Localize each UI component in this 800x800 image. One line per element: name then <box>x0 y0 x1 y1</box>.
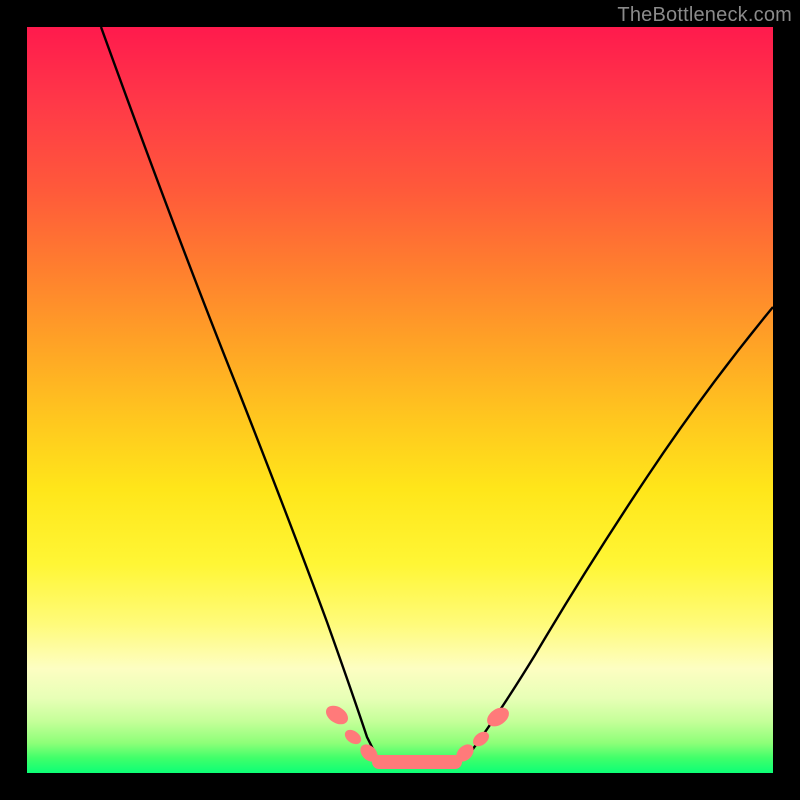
chart-outer-frame: TheBottleneck.com <box>0 0 800 800</box>
chart-svg <box>27 27 773 773</box>
chart-plot-area <box>27 27 773 773</box>
trough-bar <box>372 755 462 769</box>
right-curve <box>467 307 773 757</box>
left-curve <box>101 27 377 757</box>
watermark-text: TheBottleneck.com <box>617 4 792 27</box>
